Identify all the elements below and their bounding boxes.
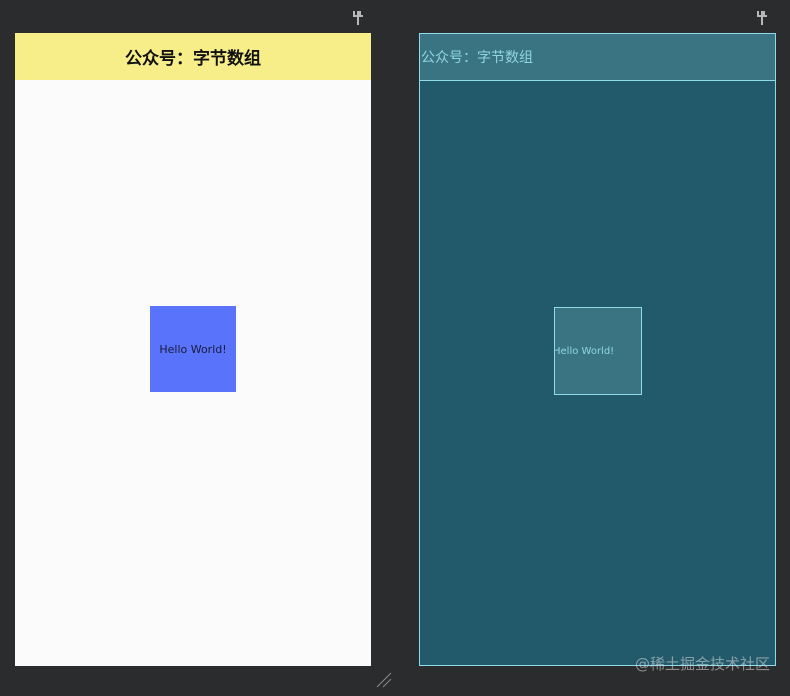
hello-world-text: Hello World! — [159, 342, 227, 356]
blueprint-toolbar-title: 公众号：字节数组 — [421, 50, 533, 66]
pin-icon[interactable] — [756, 10, 768, 26]
toolbar-title: 公众号：字节数组 — [125, 49, 261, 69]
blueprint-toolbar[interactable]: 公众号：字节数组 — [420, 34, 775, 81]
toolbar[interactable]: 公众号：字节数组 — [15, 33, 371, 80]
blueprint-hello-world-text: Hello World! — [553, 345, 615, 357]
watermark-text: @稀土掘金技术社区 — [634, 655, 770, 673]
design-preview[interactable]: 公众号：字节数组 Hello World! — [15, 33, 371, 666]
hello-world-view[interactable]: Hello World! — [150, 306, 236, 392]
blueprint-preview[interactable]: 公众号：字节数组 Hello World! — [419, 33, 776, 666]
blueprint-hello-world-view[interactable]: Hello World! — [553, 307, 642, 395]
resize-handle-icon[interactable] — [375, 671, 393, 689]
pin-icon[interactable] — [352, 10, 364, 26]
